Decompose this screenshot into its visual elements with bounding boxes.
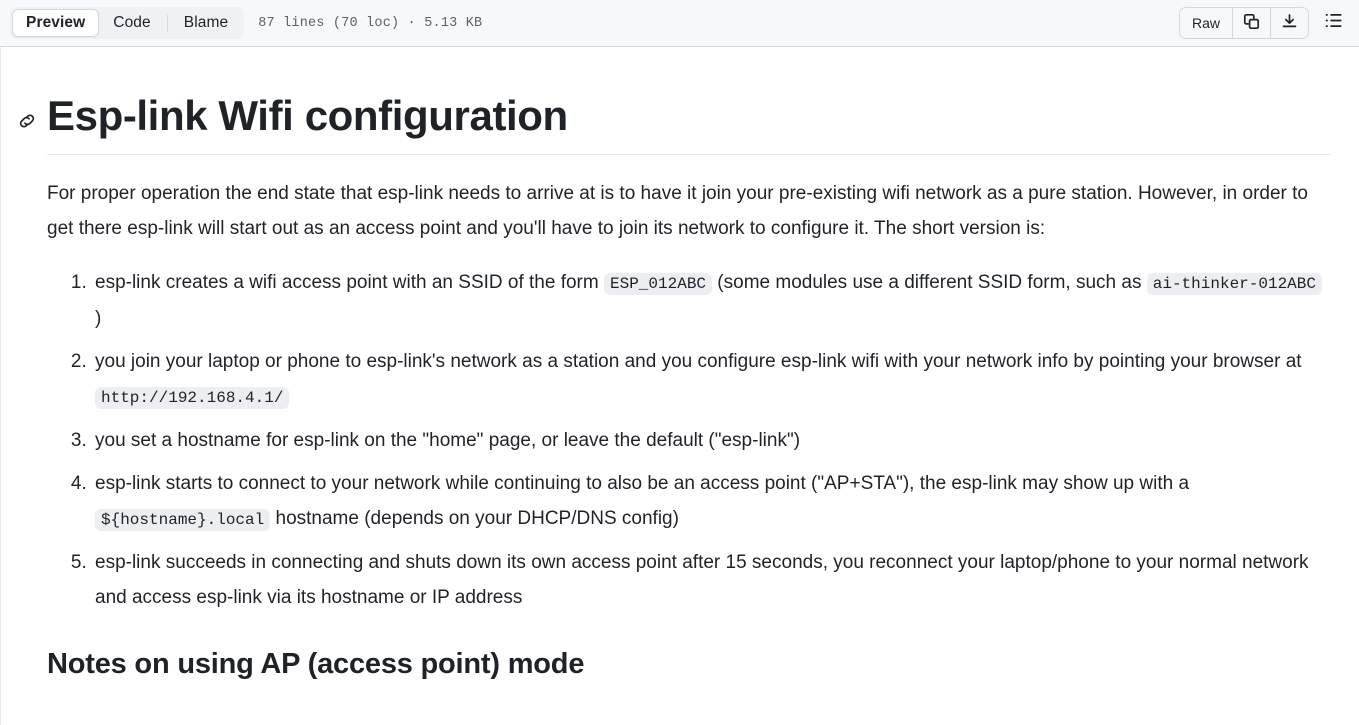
file-meta-text: 87 lines (70 loc) · 5.13 KB xyxy=(258,15,483,31)
file-preview-page: Preview Code Blame 87 lines (70 loc) · 5… xyxy=(0,0,1359,725)
list-outline-icon xyxy=(1324,11,1343,35)
file-action-button-group[interactable]: Raw xyxy=(1178,7,1309,39)
inline-code: http://192.168.4.1/ xyxy=(95,387,290,410)
copy-button[interactable] xyxy=(1233,8,1271,38)
markdown-body: Esp-link Wifi configuration For proper o… xyxy=(0,47,1359,688)
steps-list: esp-link creates a wifi access point wit… xyxy=(47,265,1331,615)
markdown-content-area: Esp-link Wifi configuration For proper o… xyxy=(0,47,1359,725)
list-item: esp-link creates a wifi access point wit… xyxy=(92,265,1331,336)
tab-preview[interactable]: Preview xyxy=(12,9,100,37)
toolbar-actions: Raw xyxy=(1178,7,1347,39)
link-anchor-icon[interactable] xyxy=(17,111,37,131)
page-title-text: Esp-link Wifi configuration xyxy=(47,92,568,139)
list-item: you set a hostname for esp-link on the "… xyxy=(92,423,1331,458)
view-mode-segmented-control[interactable]: Preview Code Blame xyxy=(10,7,245,39)
tab-divider xyxy=(166,14,168,32)
inline-code: ESP_012ABC xyxy=(604,273,713,296)
outline-toggle-button[interactable] xyxy=(1319,9,1347,37)
content-left-border xyxy=(0,47,1,725)
file-toolbar: Preview Code Blame 87 lines (70 loc) · 5… xyxy=(0,0,1359,47)
list-item: esp-link starts to connect to your netwo… xyxy=(92,466,1331,537)
inline-code: ai-thinker-012ABC xyxy=(1146,273,1322,296)
section-heading: Notes on using AP (access point) mode xyxy=(47,648,585,681)
download-icon xyxy=(1281,13,1298,33)
page-title: Esp-link Wifi configuration xyxy=(19,92,1331,156)
download-button[interactable] xyxy=(1271,8,1308,38)
tab-code[interactable]: Code xyxy=(99,9,164,37)
intro-paragraph: For proper operation the end state that … xyxy=(47,183,1308,240)
copy-icon xyxy=(1243,13,1260,33)
list-item: esp-link succeeds in connecting and shut… xyxy=(92,545,1331,616)
tab-blame[interactable]: Blame xyxy=(170,9,242,37)
inline-code: ${hostname}.local xyxy=(95,509,271,532)
raw-button[interactable]: Raw xyxy=(1179,8,1233,38)
list-item: you join your laptop or phone to esp-lin… xyxy=(92,344,1331,415)
